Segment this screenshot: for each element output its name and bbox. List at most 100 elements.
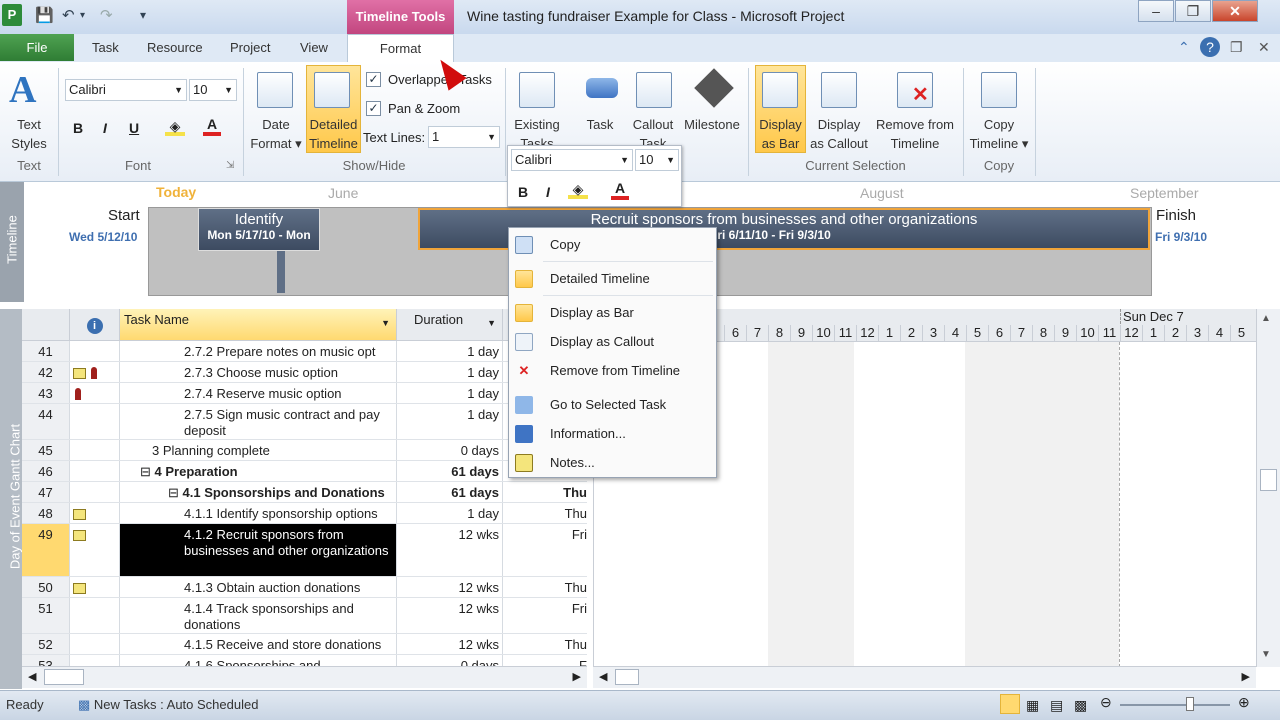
menu-item-copy[interactable]: Copy bbox=[509, 232, 716, 258]
mini-bold-button[interactable]: B bbox=[518, 184, 528, 200]
start-cell[interactable]: Thu bbox=[503, 503, 587, 523]
close-window-icon[interactable]: ✕ bbox=[1258, 39, 1270, 56]
duration-cell[interactable]: 1 day bbox=[397, 383, 503, 403]
scroll-thumb[interactable] bbox=[615, 669, 639, 685]
task-row[interactable]: 50 4.1.3 Obtain auction donations 12 wks Th… bbox=[22, 577, 587, 598]
team-planner-view-icon[interactable]: ▤ bbox=[1050, 697, 1063, 714]
scroll-left-icon[interactable]: ◀ bbox=[599, 670, 607, 683]
underline-button[interactable]: U bbox=[129, 120, 139, 136]
row-id[interactable]: 41 bbox=[22, 341, 70, 361]
note-icon[interactable] bbox=[73, 530, 86, 541]
task-name-cell[interactable]: 2.7.3 Choose music option bbox=[120, 362, 397, 382]
task-name-cell[interactable]: 4.1.2 Recruit sponsors from businesses a… bbox=[120, 524, 397, 576]
gantt-view-button[interactable] bbox=[1000, 694, 1020, 714]
row-id[interactable]: 45 bbox=[22, 440, 70, 460]
undo-dropdown-icon[interactable]: ▾ bbox=[80, 10, 85, 21]
duration-cell[interactable]: 61 days bbox=[397, 461, 503, 481]
chart-horizontal-scrollbar[interactable]: ◀ ▶ bbox=[593, 666, 1256, 688]
start-cell[interactable]: Fri bbox=[503, 524, 587, 576]
row-id[interactable]: 52 bbox=[22, 634, 70, 654]
highlight-color-icon[interactable]: ◈ bbox=[165, 118, 185, 136]
tab-view[interactable]: View bbox=[300, 40, 328, 55]
row-id[interactable]: 47 bbox=[22, 482, 70, 502]
task-row[interactable]: 45 3 Planning complete 0 days bbox=[22, 440, 587, 461]
task-row[interactable]: 42 2.7.3 Choose music option 1 day bbox=[22, 362, 587, 383]
task-row[interactable]: 51 4.1.4 Track sponsorships and donations… bbox=[22, 598, 587, 634]
project-app-icon[interactable]: P bbox=[2, 4, 22, 26]
task-button[interactable]: Task bbox=[578, 115, 622, 134]
help-icon[interactable]: ? bbox=[1200, 37, 1220, 57]
mini-size-combo[interactable]: 10 ▼ bbox=[635, 149, 679, 171]
task-name-cell[interactable]: 3 Planning complete bbox=[120, 440, 397, 460]
scroll-up-icon[interactable]: ▲ bbox=[1261, 313, 1271, 324]
task-name-cell[interactable]: 4.1.3 Obtain auction donations bbox=[120, 577, 397, 597]
zoom-out-icon[interactable]: ⊖ bbox=[1100, 694, 1112, 711]
duration-cell[interactable]: 1 day bbox=[397, 404, 503, 439]
bold-button[interactable]: B bbox=[73, 120, 83, 136]
close-button[interactable]: ✕ bbox=[1212, 0, 1258, 22]
zoom-in-icon[interactable]: ⊕ bbox=[1238, 694, 1250, 711]
row-id[interactable]: 44 bbox=[22, 404, 70, 439]
mini-font-combo[interactable]: Calibri ▼ bbox=[511, 149, 633, 171]
scroll-right-icon[interactable]: ▶ bbox=[1242, 670, 1250, 683]
task-row[interactable]: 52 4.1.5 Receive and store donations 12 wk… bbox=[22, 634, 587, 655]
filter-dropdown-icon[interactable]: ▼ bbox=[381, 318, 390, 328]
resource-sheet-view-icon[interactable]: ▩ bbox=[1074, 697, 1087, 714]
restore-button[interactable]: ❐ bbox=[1175, 0, 1211, 22]
italic-button[interactable]: I bbox=[103, 120, 107, 136]
timeline-bar-small[interactable] bbox=[277, 251, 285, 293]
copy-timeline-button[interactable]: Copy Timeline ▾ bbox=[966, 115, 1032, 153]
tab-format[interactable]: Format bbox=[347, 34, 454, 62]
duration-cell[interactable]: 61 days bbox=[397, 482, 503, 502]
scroll-right-icon[interactable]: ▶ bbox=[573, 670, 581, 683]
start-cell[interactable]: Thu bbox=[503, 577, 587, 597]
redo-icon[interactable]: ↷ bbox=[100, 6, 113, 24]
task-row[interactable]: 43 2.7.4 Reserve music option 1 day bbox=[22, 383, 587, 404]
duration-cell[interactable]: 0 days bbox=[397, 440, 503, 460]
dialog-launcher-icon[interactable]: ⇲ bbox=[226, 160, 234, 171]
row-id[interactable]: 46 bbox=[22, 461, 70, 481]
remove-from-timeline-button[interactable]: Remove from Timeline bbox=[872, 115, 958, 153]
filter-dropdown-icon[interactable]: ▼ bbox=[487, 318, 496, 328]
text-lines-combo[interactable]: 1 ▼ bbox=[428, 126, 500, 148]
start-cell[interactable]: Fri bbox=[503, 598, 587, 633]
undo-icon[interactable]: ↶ bbox=[62, 6, 75, 24]
new-tasks-mode[interactable]: ▩ New Tasks : Auto Scheduled bbox=[78, 697, 258, 713]
menu-item-notes[interactable]: Notes... bbox=[509, 450, 716, 476]
menu-item-remove-from-timeline[interactable]: ✕ Remove from Timeline bbox=[509, 358, 716, 384]
duration-cell[interactable]: 0 days bbox=[397, 655, 503, 673]
minimize-ribbon-icon[interactable]: ⌃ bbox=[1178, 39, 1190, 56]
note-icon[interactable] bbox=[73, 509, 86, 520]
duration-cell[interactable]: 12 wks bbox=[397, 577, 503, 597]
restore-window-icon[interactable]: ❐ bbox=[1230, 39, 1243, 56]
vertical-scrollbar[interactable]: ▲ ▼ bbox=[1256, 309, 1280, 667]
overlapped-tasks-checkbox[interactable]: ✓ bbox=[366, 72, 381, 87]
font-size-combo[interactable]: 10 ▼ bbox=[189, 79, 237, 101]
note-icon[interactable] bbox=[73, 583, 86, 594]
duration-cell[interactable]: 1 day bbox=[397, 503, 503, 523]
customize-qat-icon[interactable]: ▾ bbox=[140, 8, 146, 22]
date-format-button[interactable]: Date Format ▾ bbox=[246, 115, 306, 153]
tab-resource[interactable]: Resource bbox=[147, 40, 203, 55]
note-icon[interactable] bbox=[73, 368, 86, 379]
text-styles-button[interactable]: Text Styles bbox=[4, 115, 54, 153]
task-name-cell[interactable]: 4.1.4 Track sponsorships and donations bbox=[120, 598, 397, 633]
scroll-thumb[interactable] bbox=[44, 669, 84, 685]
select-all-corner[interactable] bbox=[22, 309, 70, 341]
start-cell[interactable]: Thu bbox=[503, 482, 587, 502]
task-row[interactable]: 47 ⊟ 4.1 Sponsorships and Donations 61 day… bbox=[22, 482, 587, 503]
menu-item-information[interactable]: Information... bbox=[509, 421, 716, 447]
task-name-cell[interactable]: ⊟ 4 Preparation bbox=[120, 461, 397, 481]
start-cell[interactable]: Thu bbox=[503, 634, 587, 654]
pan-zoom-checkbox[interactable]: ✓ bbox=[366, 101, 381, 116]
sheet-horizontal-scrollbar[interactable]: ◀ ▶ bbox=[22, 666, 587, 688]
scroll-down-icon[interactable]: ▼ bbox=[1261, 649, 1271, 660]
menu-item-display-as-bar[interactable]: Display as Bar bbox=[509, 300, 716, 326]
task-name-cell[interactable]: 2.7.2 Prepare notes on music opt bbox=[120, 341, 397, 361]
tab-file[interactable]: File bbox=[0, 34, 74, 61]
task-name-cell[interactable]: 2.7.4 Reserve music option bbox=[120, 383, 397, 403]
task-name-cell[interactable]: 4.1.6 Sponsorships and bbox=[120, 655, 397, 666]
font-family-combo[interactable]: Calibri ▼ bbox=[65, 79, 187, 101]
mini-italic-button[interactable]: I bbox=[546, 184, 550, 200]
row-id[interactable]: 42 bbox=[22, 362, 70, 382]
